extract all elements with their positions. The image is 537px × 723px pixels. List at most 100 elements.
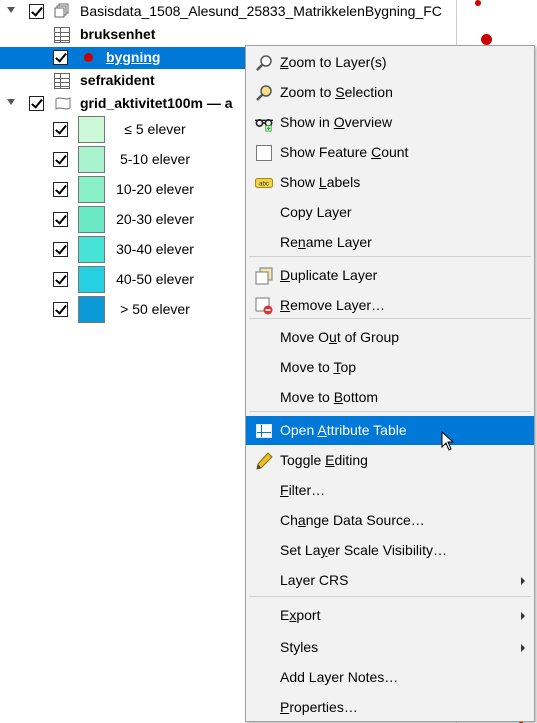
menu-item-open-attribute-table[interactable]: Open Attribute Table bbox=[246, 416, 534, 445]
menu-item-label: Properties… bbox=[280, 699, 358, 715]
layer-group-row[interactable]: Basisdata_1508_Alesund_25833_Matrikkelen… bbox=[0, 1, 456, 23]
layer-group-label: Basisdata_1508_Alesund_25833_Matrikkelen… bbox=[80, 3, 442, 19]
menu-item-toggle-editing[interactable]: Toggle Editing bbox=[246, 446, 534, 475]
class-label: > 50 elever bbox=[120, 301, 190, 317]
overview-glasses-icon bbox=[255, 114, 273, 132]
class-label: 40-50 elever bbox=[116, 271, 194, 287]
layer-label: grid_aktivitet100m — a bbox=[80, 95, 233, 111]
layer-group-icon bbox=[54, 3, 69, 18]
submenu-arrow-icon bbox=[521, 612, 525, 620]
class-color-swatch bbox=[78, 236, 105, 263]
map-point bbox=[481, 34, 492, 45]
menu-item-zoom-to-selection[interactable]: Zoom to Selection bbox=[246, 78, 534, 107]
menu-item-export[interactable]: Export bbox=[246, 601, 534, 630]
labels-abc-icon: abc bbox=[255, 174, 273, 192]
menu-item-label: Duplicate Layer bbox=[280, 267, 378, 283]
table-layer-icon bbox=[54, 27, 70, 43]
map-point bbox=[475, 0, 481, 6]
menu-item-label: Open Attribute Table bbox=[280, 422, 407, 438]
zoom-selection-icon bbox=[255, 84, 273, 102]
class-color-swatch bbox=[78, 296, 105, 323]
svg-text:abc: abc bbox=[259, 182, 269, 188]
layer-row-bruksenhet[interactable]: bruksenhet bbox=[0, 24, 456, 46]
class-label: 30-40 elever bbox=[116, 241, 194, 257]
menu-item-label: Add Layer Notes… bbox=[280, 669, 399, 685]
attribute-table-icon bbox=[255, 422, 273, 440]
point-symbol-icon bbox=[84, 53, 93, 62]
mouse-cursor-icon bbox=[441, 430, 455, 451]
class-label: 20-30 elever bbox=[116, 211, 194, 227]
class-color-swatch bbox=[78, 176, 105, 203]
class-visibility-checkbox[interactable] bbox=[53, 182, 68, 197]
menu-item-move-to-top[interactable]: Move to Top bbox=[246, 353, 534, 382]
menu-separator bbox=[249, 596, 531, 597]
menu-item-properties[interactable]: Properties… bbox=[246, 693, 534, 722]
layer-visibility-checkbox[interactable] bbox=[53, 50, 68, 65]
class-color-swatch bbox=[78, 116, 105, 143]
submenu-arrow-icon bbox=[521, 577, 525, 585]
pencil-icon bbox=[255, 452, 273, 470]
menu-item-layer-crs[interactable]: Layer CRS bbox=[246, 566, 534, 595]
menu-item-add-layer-notes[interactable]: Add Layer Notes… bbox=[246, 663, 534, 692]
menu-item-label: Styles bbox=[280, 639, 319, 655]
menu-item-label: Toggle Editing bbox=[280, 452, 368, 468]
layer-context-menu: Zoom to Layer(s) Zoom to Selection Show in… bbox=[245, 45, 535, 722]
menu-item-label: Move to Top bbox=[280, 359, 357, 375]
duplicate-layer-icon bbox=[255, 267, 273, 285]
menu-item-label: Layer CRS bbox=[280, 572, 349, 588]
menu-item-label: Set Layer Scale Visibility… bbox=[280, 542, 448, 558]
group-visibility-checkbox[interactable] bbox=[29, 4, 44, 19]
class-visibility-checkbox[interactable] bbox=[53, 242, 68, 257]
menu-item-show-feature-count[interactable]: Show Feature Count bbox=[246, 138, 534, 167]
layer-visibility-checkbox[interactable] bbox=[29, 96, 44, 111]
class-color-swatch bbox=[78, 146, 105, 173]
expand-arrow-icon[interactable] bbox=[7, 99, 15, 105]
menu-item-filter[interactable]: Filter… bbox=[246, 476, 534, 505]
menu-item-zoom-to-layer-s[interactable]: Zoom to Layer(s) bbox=[246, 48, 534, 77]
zoom-layer-icon bbox=[255, 54, 273, 72]
class-label: 10-20 elever bbox=[116, 181, 194, 197]
class-visibility-checkbox[interactable] bbox=[53, 152, 68, 167]
menu-item-label: Move to Bottom bbox=[280, 389, 379, 405]
menu-item-label: Zoom to Selection bbox=[280, 84, 393, 100]
class-color-swatch bbox=[78, 206, 105, 233]
menu-item-label: Move Out of Group bbox=[280, 329, 400, 345]
class-visibility-checkbox[interactable] bbox=[53, 302, 68, 317]
class-visibility-checkbox[interactable] bbox=[53, 212, 68, 227]
menu-item-label: Filter… bbox=[280, 482, 326, 498]
menu-item-rename-layer[interactable]: Rename Layer bbox=[246, 228, 534, 257]
class-label: 5-10 elever bbox=[119, 151, 191, 167]
checkbox-icon bbox=[255, 144, 273, 162]
layer-label: sefrakident bbox=[80, 72, 155, 88]
menu-item-label: Export bbox=[280, 607, 321, 623]
class-color-swatch bbox=[78, 266, 105, 293]
menu-item-set-layer-scale-visibility[interactable]: Set Layer Scale Visibility… bbox=[246, 536, 534, 565]
submenu-arrow-icon bbox=[521, 644, 525, 652]
layer-label: bruksenhet bbox=[80, 26, 156, 42]
table-layer-icon bbox=[54, 73, 70, 89]
menu-item-remove-layer[interactable]: Remove Layer… bbox=[246, 291, 534, 320]
menu-item-move-to-bottom[interactable]: Move to Bottom bbox=[246, 383, 534, 412]
menu-item-label: Show Labels bbox=[280, 174, 361, 190]
menu-item-label: Change Data Source… bbox=[280, 512, 425, 528]
layer-label: bygning bbox=[106, 49, 161, 65]
menu-item-label: Show Feature Count bbox=[280, 144, 409, 160]
menu-item-label: Remove Layer… bbox=[280, 297, 386, 313]
class-label: ≤ 5 elever bbox=[124, 121, 186, 137]
class-visibility-checkbox[interactable] bbox=[53, 122, 68, 137]
remove-layer-icon bbox=[255, 297, 273, 315]
menu-item-show-in-overview[interactable]: Show in Overview bbox=[246, 108, 534, 137]
menu-item-label: Copy Layer bbox=[280, 204, 352, 220]
menu-item-duplicate-layer[interactable]: Duplicate Layer bbox=[246, 261, 534, 290]
menu-item-show-labels[interactable]: abc Show Labels bbox=[246, 168, 534, 197]
menu-item-change-data-source[interactable]: Change Data Source… bbox=[246, 506, 534, 535]
menu-item-label: Zoom to Layer(s) bbox=[280, 54, 387, 70]
polygon-layer-icon bbox=[55, 97, 71, 110]
expand-arrow-icon[interactable] bbox=[7, 7, 15, 13]
menu-item-copy-layer[interactable]: Copy Layer bbox=[246, 198, 534, 227]
class-visibility-checkbox[interactable] bbox=[53, 272, 68, 287]
menu-item-label: Show in Overview bbox=[280, 114, 393, 130]
menu-item-move-out-of-group[interactable]: Move Out of Group bbox=[246, 323, 534, 352]
menu-item-styles[interactable]: Styles bbox=[246, 633, 534, 662]
menu-item-label: Rename Layer bbox=[280, 234, 372, 250]
